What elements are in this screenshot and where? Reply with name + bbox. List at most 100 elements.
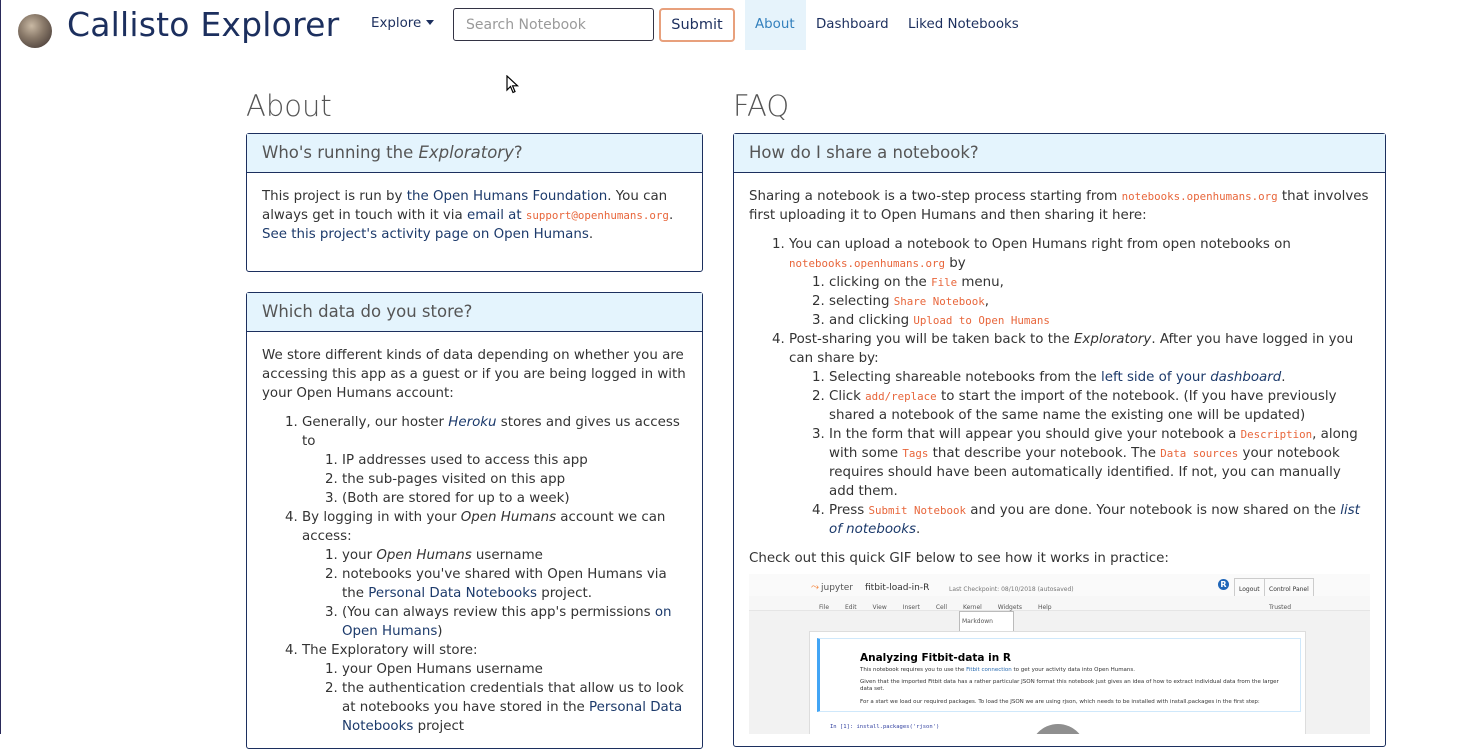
share-text: Sharing a notebook is a two-step process… — [749, 189, 1122, 204]
share-steps: You can upload a notebook to Open Humans… — [749, 235, 1370, 539]
data-card: Which data do you store? We store differ… — [246, 292, 703, 749]
list-text: Selecting shareable notebooks from the — [829, 370, 1102, 385]
list-text: username — [471, 548, 543, 563]
brand-title[interactable]: Callisto Explorer — [67, 4, 339, 46]
list-text: and you are done. Your notebook is now s… — [966, 503, 1341, 518]
list-text: your — [342, 548, 377, 563]
data-card-heading: Which data do you store? — [247, 293, 702, 332]
gif-line-text: This notebook requires you to use the — [860, 667, 967, 673]
data-card-body: We store different kinds of data dependi… — [247, 332, 702, 748]
add-replace-code: add/replace — [865, 390, 937, 403]
support-email-code: support@openhumans.org — [525, 209, 669, 222]
list-item: your Open Humans username — [342, 546, 687, 565]
list-em: Exploratory — [1073, 332, 1152, 347]
share-intro: Sharing a notebook is a two-step process… — [749, 187, 1370, 225]
list-text: , — [984, 294, 990, 309]
who-text-1: This project is run by — [262, 189, 407, 204]
list-item: your Open Humans username — [342, 660, 687, 679]
list-item: In the form that will appear you should … — [829, 425, 1370, 501]
gif-play-overlay-icon — [1030, 724, 1086, 734]
list-text: The Exploratory will store: — [302, 643, 478, 658]
list-item: Click add/replace to start the import of… — [829, 387, 1370, 425]
list-item: You can upload a notebook to Open Humans… — [789, 235, 1370, 330]
share-card-heading: How do I share a notebook? — [734, 134, 1385, 173]
who-heading-end: ? — [513, 143, 523, 162]
file-menu-code: File — [931, 276, 958, 289]
gif-line-1: This notebook requires you to use the Fi… — [860, 667, 1290, 674]
jupyter-logo-icon: ⤳ — [811, 582, 819, 593]
upload-code: Upload to Open Humans — [913, 314, 1050, 327]
share-card: How do I share a notebook? Sharing a not… — [733, 133, 1386, 747]
list-text: menu, — [957, 275, 1004, 290]
list-item: Post-sharing you will be taken back to t… — [789, 330, 1370, 539]
submit-button[interactable]: Submit — [659, 8, 735, 42]
dashboard-link-em: dashboard — [1210, 370, 1282, 385]
demo-gif: ⤳ jupyter fitbit-load-in-R Last Checkpoi… — [749, 574, 1370, 734]
r-kernel-icon: R — [1218, 579, 1229, 590]
list-item: selecting Share Notebook, — [829, 292, 1370, 311]
data-intro: We store different kinds of data dependi… — [262, 348, 686, 401]
nav-link-dashboard[interactable]: Dashboard — [806, 0, 899, 50]
explore-dropdown[interactable]: Explore — [371, 16, 435, 31]
list-em: Open Humans — [376, 548, 472, 563]
list-text: and clicking — [829, 313, 914, 328]
list-item: the authentication credentials that allo… — [342, 679, 687, 736]
gif-toolbar: Markdown — [809, 610, 1309, 632]
activity-page-link[interactable]: See this project's activity page on Open… — [262, 227, 589, 242]
gif-line-link: Fitbit connection — [966, 667, 1012, 673]
gif-menu-bar: File Edit View Insert Cell Kernel Widget… — [749, 596, 1370, 611]
list-text: . — [1281, 370, 1286, 385]
nav-link-about[interactable]: About — [745, 0, 806, 50]
about-title: About — [246, 89, 332, 123]
gif-code-cell: In [1]: install.packages('rjson') — [830, 724, 940, 730]
about-column: About Who's running the Exploratory? Thi… — [246, 86, 703, 749]
list-text: selecting — [829, 294, 894, 309]
gif-cell-type: Markdown — [959, 611, 1014, 632]
list-text: by — [945, 256, 966, 271]
list-text: (You can always review this app's permis… — [342, 605, 655, 620]
caret-down-icon — [426, 20, 435, 25]
who-heading-text: Who's running the — [262, 143, 419, 162]
explore-label: Explore — [371, 16, 422, 31]
gif-line-text: to get your activity data into Open Huma… — [1011, 667, 1136, 673]
list-text: project — [413, 719, 465, 734]
who-text-4: . — [588, 227, 594, 242]
callisto-logo-icon[interactable] — [18, 14, 52, 48]
nav-link-liked-notebooks[interactable]: Liked Notebooks — [898, 0, 1029, 50]
list-text: Generally, our hoster — [302, 415, 449, 430]
list-item: By logging in with your Open Humans acco… — [302, 508, 687, 641]
list-item: and clicking Upload to Open Humans — [829, 311, 1370, 330]
list-text: Post-sharing you will be taken back to t… — [789, 332, 1074, 347]
list-item: (Both are stored for up to a week) — [342, 489, 687, 508]
list-em: Open Humans — [460, 510, 557, 525]
personal-data-notebooks-link[interactable]: Personal Data Notebooks — [368, 586, 537, 601]
gif-line-2: Given that the imported Fitbit data has … — [860, 679, 1279, 692]
list-item: Selecting shareable notebooks from the l… — [829, 368, 1370, 387]
list-item: clicking on the File menu, — [829, 273, 1370, 292]
tags-code: Tags — [902, 447, 929, 460]
list-item: notebooks you've shared with Open Humans… — [342, 565, 687, 603]
who-card-body: This project is run by the Open Humans F… — [247, 173, 702, 271]
dashboard-link[interactable]: left side of your dashboard — [1101, 370, 1281, 385]
list-item: Generally, our hoster Heroku stores and … — [302, 413, 687, 508]
share-notebook-code: Share Notebook — [893, 295, 985, 308]
window-edge — [0, 0, 1, 734]
notebooks-url-code: notebooks.openhumans.org — [1121, 190, 1278, 203]
submit-notebook-code: Submit Notebook — [868, 504, 967, 517]
data-sources-code: Data sources — [1160, 447, 1239, 460]
gif-intro: Check out this quick GIF below to see ho… — [749, 551, 1169, 566]
search-input[interactable] — [453, 8, 654, 41]
gif-jupyter-header: ⤳ jupyter fitbit-load-in-R Last Checkpoi… — [749, 574, 1370, 601]
list-text: Click — [829, 389, 866, 404]
list-item: The Exploratory will store: your Open Hu… — [302, 641, 687, 736]
list-item: Press Submit Notebook and you are done. … — [829, 501, 1370, 539]
gif-notebook: Analyzing Fitbit-data in R This notebook… — [809, 631, 1306, 734]
faq-title: FAQ — [733, 89, 790, 123]
list-text: In the form that will appear you should … — [829, 427, 1241, 442]
heroku-link[interactable]: Heroku — [448, 415, 496, 430]
list-item: the sub-pages visited on this app — [342, 470, 687, 489]
open-humans-foundation-link[interactable]: the Open Humans Foundation — [407, 189, 608, 204]
faq-column: FAQ How do I share a notebook? Sharing a… — [733, 86, 1386, 747]
email-link[interactable]: email at — [467, 208, 522, 223]
who-card-heading: Who's running the Exploratory? — [247, 134, 702, 173]
